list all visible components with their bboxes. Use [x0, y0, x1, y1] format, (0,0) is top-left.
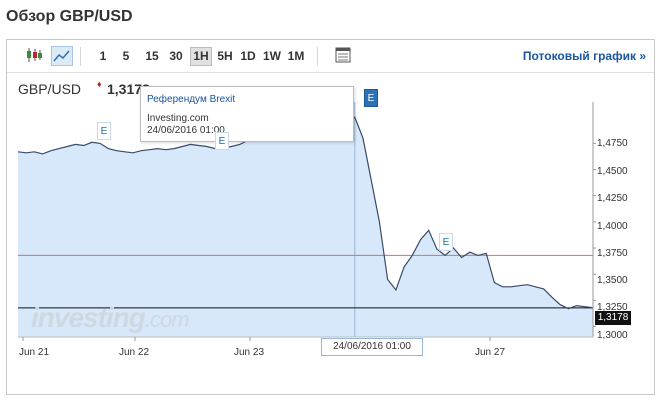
tooltip-datetime: 24/06/2016 01:00 [147, 125, 225, 136]
x-tick-label: Jun 21 [19, 347, 50, 358]
chart-widget: 1 5 15 30 1H 5H 1D 1W 1M Потоковый графи… [6, 39, 655, 395]
y-tick-label: 1,4000 [597, 221, 628, 232]
y-tick-label: 1,3000 [597, 330, 628, 341]
event-marker[interactable]: E [97, 122, 111, 140]
page-title: Обзор GBP/USD [6, 8, 133, 25]
y-tick-label: 1,4750 [597, 138, 628, 149]
x-tick-label: Jun 27 [475, 347, 506, 358]
investing-watermark: investing.com [31, 302, 190, 333]
last-price-tag: 1,3178 [595, 311, 631, 325]
crosshair-date-tag: 24/06/2016 01:00 [321, 338, 423, 356]
price-down-indicator: ♦ [97, 79, 102, 89]
event-marker[interactable]: E [439, 233, 453, 251]
y-tick-label: 1,4250 [597, 193, 628, 204]
y-tick-label: 1,3500 [597, 275, 628, 286]
tooltip-source: Investing.com [147, 113, 209, 124]
event-marker[interactable]: E [215, 132, 229, 150]
y-tick-label: 1,3750 [597, 248, 628, 259]
symbol-label: GBP/USD [18, 81, 82, 97]
event-tooltip: Референдум Brexit Investing.com 24/06/20… [140, 86, 354, 142]
x-tick-label: Jun 23 [234, 347, 265, 358]
event-marker-brexit[interactable]: E [364, 89, 378, 107]
y-tick-label: 1,4500 [597, 166, 628, 177]
x-tick-label: Jun 22 [119, 347, 150, 358]
tooltip-title[interactable]: Референдум Brexit [147, 94, 235, 105]
